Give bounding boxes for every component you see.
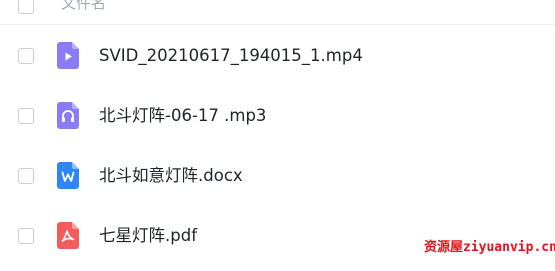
file-name[interactable]: 北斗灯阵-06-17 .mp3 (99, 106, 266, 126)
name-column-header[interactable]: 文件名 (61, 0, 106, 13)
file-row[interactable]: 北斗如意灯阵.docx (0, 146, 555, 206)
file-list-header: 文件名 (0, 0, 555, 25)
video-file-icon (57, 42, 79, 69)
file-row[interactable]: SVID_20210617_194015_1.mp4 (0, 26, 555, 86)
file-name[interactable]: SVID_20210617_194015_1.mp4 (99, 46, 363, 66)
audio-file-icon (57, 102, 79, 129)
file-checkbox[interactable] (18, 228, 34, 244)
file-checkbox[interactable] (18, 108, 34, 124)
file-row[interactable]: 七星灯阵.pdf (0, 206, 555, 266)
file-row[interactable]: 北斗灯阵-06-17 .mp3 (0, 86, 555, 146)
file-checkbox[interactable] (18, 48, 34, 64)
pdf-file-icon (57, 222, 79, 249)
word-file-icon (57, 162, 79, 189)
watermark: 资源屋ziyuanvip.cn (424, 240, 555, 255)
file-name[interactable]: 北斗如意灯阵.docx (99, 166, 243, 186)
file-list: 文件名 SVID_20210617_194015_1.mp4 北斗灯阵-06-1… (0, 0, 555, 271)
select-all-checkbox[interactable] (18, 0, 34, 14)
file-name[interactable]: 七星灯阵.pdf (99, 226, 197, 246)
file-checkbox[interactable] (18, 168, 34, 184)
